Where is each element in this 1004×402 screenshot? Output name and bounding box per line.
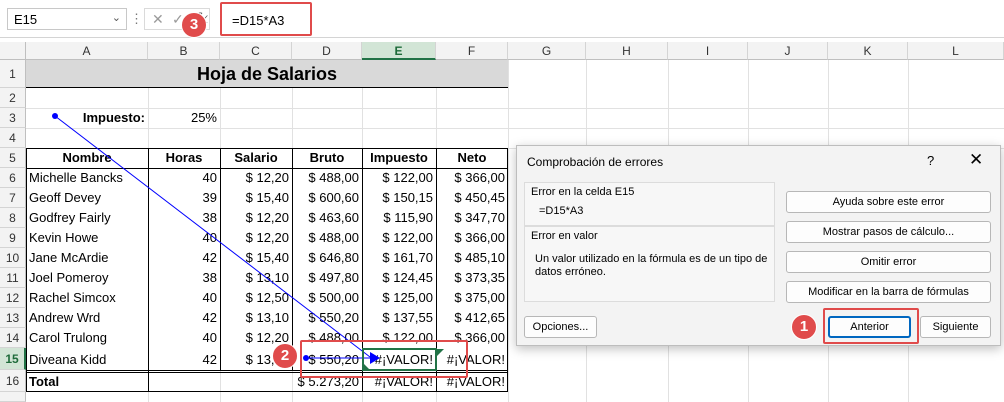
edit-in-formula-bar-button[interactable]: Modificar en la barra de fórmulas (786, 281, 991, 303)
help-icon[interactable]: ? (927, 153, 934, 168)
close-icon[interactable]: ✕ (969, 150, 983, 170)
error-value-group: Error en valor Un valor utilizado en la … (524, 226, 775, 302)
options-button[interactable]: Opciones... (524, 316, 597, 338)
error-formula: =D15*A3 (539, 205, 584, 217)
error-checking-dialog: Comprobación de errores ? ✕ Error en la … (516, 145, 1001, 346)
step-badge-2: 2 (272, 343, 298, 369)
ignore-error-button[interactable]: Omitir error (786, 251, 991, 273)
dialog-title: Comprobación de errores (527, 155, 664, 169)
step-badge-1: 1 (791, 314, 817, 340)
help-error-button[interactable]: Ayuda sobre este error (786, 191, 991, 213)
step-badge-3: 3 (181, 12, 207, 38)
highlight-cell-box (300, 340, 468, 378)
error-cell-label: Error en la celda E15 (531, 186, 635, 198)
error-cell-group: Error en la celda E15 =D15*A3 (524, 182, 775, 226)
highlight-previous-box (823, 308, 919, 344)
error-value-label: Error en valor (531, 230, 598, 242)
show-calculation-steps-button[interactable]: Mostrar pasos de cálculo... (786, 221, 991, 243)
next-button[interactable]: Siguiente (920, 316, 991, 338)
error-description: Un valor utilizado en la fórmula es de u… (535, 253, 768, 278)
